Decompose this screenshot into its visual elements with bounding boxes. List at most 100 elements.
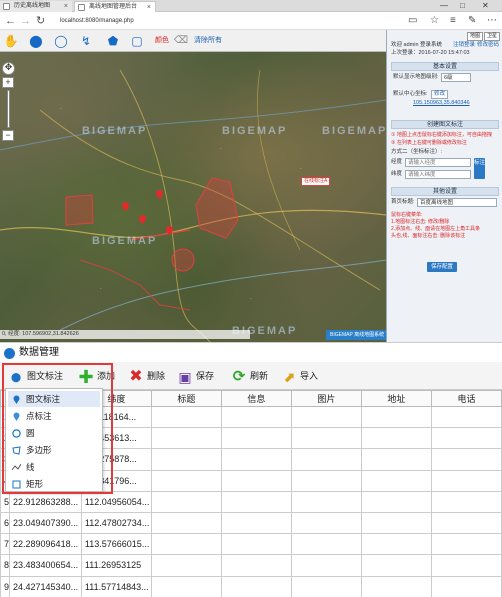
mark-type-dropdown[interactable]: ⬤ 图文标注 bbox=[8, 366, 63, 386]
close-tab-icon[interactable]: × bbox=[64, 1, 68, 12]
lng-cell[interactable]: 24.427145340... bbox=[9, 575, 82, 597]
import-button[interactable]: ⬈ 导入 bbox=[281, 366, 318, 386]
cell[interactable] bbox=[360, 405, 432, 429]
cell[interactable] bbox=[430, 490, 502, 513]
cell[interactable] bbox=[290, 511, 362, 535]
browser-tab-2[interactable]: 离线地图管理后台 × bbox=[74, 1, 156, 12]
home-title-input[interactable]: 百度离线地图 bbox=[417, 198, 497, 207]
cell[interactable] bbox=[290, 427, 362, 450]
table-row[interactable]: 7 22.289096418... 113.57666015... bbox=[0, 533, 502, 556]
cell[interactable] bbox=[360, 511, 432, 535]
column-header[interactable]: 电话 bbox=[430, 390, 502, 407]
column-header[interactable]: 信息 bbox=[220, 390, 292, 407]
cell[interactable] bbox=[360, 490, 432, 513]
rectangle-tool-icon[interactable]: ▢ bbox=[128, 32, 146, 50]
cell[interactable] bbox=[290, 490, 362, 513]
map-pin-icon[interactable] bbox=[139, 215, 146, 224]
save-button[interactable]: ▣ 保存 bbox=[177, 366, 214, 386]
cell[interactable] bbox=[220, 448, 292, 471]
lng-cell[interactable]: 22.289096418... bbox=[9, 533, 82, 556]
cell[interactable] bbox=[430, 533, 502, 556]
cell[interactable] bbox=[430, 427, 502, 450]
cell[interactable] bbox=[220, 533, 292, 556]
circle-tool-icon[interactable]: ◯ bbox=[52, 32, 70, 50]
latitude-input[interactable] bbox=[405, 170, 471, 179]
lat-cell[interactable]: 112.47802734... bbox=[80, 511, 152, 535]
marker-tool-icon[interactable]: ⬤ bbox=[27, 32, 45, 50]
cell[interactable] bbox=[220, 575, 292, 597]
add-button[interactable]: ✚ 添加 bbox=[78, 366, 115, 386]
url-field[interactable]: localhost:8080/manage.php bbox=[60, 15, 280, 27]
cell[interactable] bbox=[150, 469, 222, 492]
window-close-icon[interactable]: ✕ bbox=[482, 0, 489, 12]
zoom-slider[interactable] bbox=[7, 90, 10, 128]
lat-cell[interactable]: 111.26953125 bbox=[80, 554, 152, 577]
hub-icon[interactable]: ≡ bbox=[450, 14, 456, 28]
cell[interactable] bbox=[150, 511, 222, 535]
menu-item-circle[interactable]: 圆 bbox=[8, 425, 100, 441]
reading-view-icon[interactable]: ▭ bbox=[408, 14, 417, 28]
logout-link[interactable]: 注销登录 bbox=[453, 41, 475, 49]
cell[interactable] bbox=[430, 554, 502, 577]
map-pin-icon[interactable] bbox=[156, 190, 163, 199]
lat-cell[interactable]: 111.57714843... bbox=[80, 575, 152, 597]
table-row[interactable]: 8 23.483400654... 111.26953125 bbox=[0, 554, 502, 577]
cell[interactable] bbox=[220, 427, 292, 450]
note-icon[interactable]: ✎ bbox=[468, 14, 476, 28]
table-row[interactable]: 5 22.912863288... 112.04956054... bbox=[0, 490, 502, 513]
cell[interactable] bbox=[150, 554, 222, 577]
menu-item-point-mark[interactable]: 点标注 bbox=[8, 408, 100, 424]
map-pin-icon[interactable] bbox=[122, 202, 129, 211]
column-header[interactable]: 地址 bbox=[360, 390, 432, 407]
lat-cell[interactable]: 113.57666015... bbox=[80, 533, 152, 556]
cell[interactable] bbox=[150, 575, 222, 597]
cell[interactable] bbox=[430, 469, 502, 492]
minimize-icon[interactable]: — bbox=[440, 0, 448, 12]
forward-icon[interactable]: → bbox=[20, 14, 31, 28]
cell[interactable] bbox=[290, 405, 362, 429]
longitude-input[interactable] bbox=[405, 158, 471, 167]
cell[interactable] bbox=[430, 405, 502, 429]
cell[interactable] bbox=[150, 533, 222, 556]
menu-item-line[interactable]: 线 bbox=[8, 459, 100, 475]
cell[interactable] bbox=[430, 511, 502, 535]
lng-cell[interactable]: 22.912863288... bbox=[9, 490, 82, 513]
column-header[interactable]: 图片 bbox=[290, 390, 362, 407]
hand-tool-icon[interactable]: ✋ bbox=[2, 32, 20, 50]
color-picker[interactable]: 颜色 bbox=[155, 36, 169, 46]
maximize-icon[interactable]: □ bbox=[460, 0, 465, 12]
center-edit-button[interactable]: 修改 bbox=[431, 90, 449, 99]
browser-tab-1[interactable]: 历史离线地图 × bbox=[0, 1, 72, 12]
refresh-button[interactable]: ⟳ 刷新 bbox=[231, 366, 268, 386]
map-pin-icon[interactable] bbox=[166, 226, 173, 235]
reload-icon[interactable]: ↻ bbox=[36, 14, 45, 28]
satellite-type-tab[interactable]: 卫星 bbox=[484, 32, 501, 41]
cell[interactable] bbox=[220, 490, 292, 513]
menu-item-rectangle[interactable]: 矩形 bbox=[8, 476, 100, 492]
zoom-in-button[interactable]: + bbox=[2, 77, 14, 88]
cell[interactable] bbox=[360, 427, 432, 450]
clear-all-button[interactable]: 清除所有 bbox=[194, 36, 222, 46]
cell[interactable] bbox=[220, 405, 292, 429]
pan-icon[interactable]: ✥ bbox=[2, 62, 15, 75]
menu-item-text-mark[interactable]: 图文标注 bbox=[8, 391, 100, 407]
cell[interactable] bbox=[290, 575, 362, 597]
lat-cell[interactable]: 112.04956054... bbox=[80, 490, 152, 513]
cell[interactable] bbox=[150, 448, 222, 471]
cell[interactable] bbox=[150, 490, 222, 513]
map-type-tab[interactable]: 地图 bbox=[467, 32, 484, 41]
cell[interactable] bbox=[220, 511, 292, 535]
cell[interactable] bbox=[290, 469, 362, 492]
cell[interactable] bbox=[150, 427, 222, 450]
cell[interactable] bbox=[360, 469, 432, 492]
default-zoom-select[interactable]: 6级 bbox=[441, 73, 471, 82]
cell[interactable] bbox=[290, 533, 362, 556]
lng-cell[interactable]: 23.483400654... bbox=[9, 554, 82, 577]
cell[interactable] bbox=[360, 575, 432, 597]
cell[interactable] bbox=[360, 448, 432, 471]
column-header[interactable]: 标题 bbox=[150, 390, 222, 407]
table-row[interactable]: 6 23.049407390... 112.47802734... bbox=[0, 511, 502, 535]
polygon-tool-icon[interactable]: ⬟ bbox=[104, 32, 122, 50]
cell[interactable] bbox=[430, 575, 502, 597]
change-password-link[interactable]: 修改密码 bbox=[477, 41, 499, 49]
